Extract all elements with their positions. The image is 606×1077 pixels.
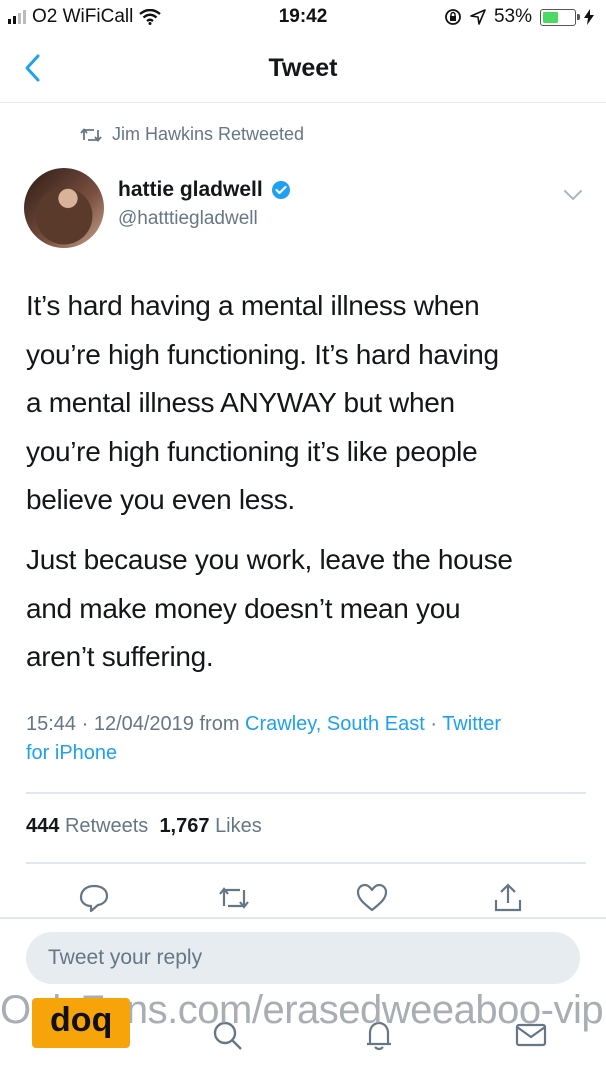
retweet-count-link[interactable]: 444 Retweets — [26, 815, 148, 837]
tweet-line: you’re high functioning it’s like people — [26, 435, 478, 467]
page-title: Tweet — [268, 54, 338, 82]
tweet-line: believe you even less. — [26, 484, 295, 515]
tweet-paragraph-2: Just because you work, leave the house a… — [26, 536, 586, 682]
retweeted-by-label: Jim Hawkins Retweeted — [112, 124, 305, 144]
avatar[interactable] — [24, 168, 104, 248]
divider — [0, 917, 606, 919]
tweet-line: a mental illness ANYWAY but when — [26, 387, 455, 418]
divider — [26, 862, 586, 864]
retweet-icon[interactable] — [216, 880, 252, 916]
reply-icon[interactable] — [76, 880, 112, 916]
user-name: hattie gladwell — [118, 178, 263, 201]
retweet-context[interactable]: Jim Hawkins Retweeted — [80, 124, 304, 145]
tweet-timestamp: 15:44 · 12/04/2019 from — [26, 713, 246, 735]
watermark-badge-label: bop — [49, 1004, 113, 1043]
like-count: 1,767 — [159, 815, 210, 837]
status-bar: O2 WiFiCall 19:42 53% — [0, 0, 606, 36]
like-count-link[interactable]: 1,767 Likes — [159, 815, 261, 837]
tweet-client-link-cont[interactable]: for iPhone — [26, 742, 117, 764]
battery-level — [543, 11, 558, 23]
tweet-line: you’re high functioning. It’s hard havin… — [26, 338, 499, 370]
tweet-line: and make money doesn’t mean you — [26, 592, 461, 624]
tweet-line: Just because you work, leave the house — [26, 544, 513, 575]
tweet-location-link[interactable]: Crawley, South East — [245, 713, 425, 735]
tweet-client-link[interactable]: Twitter — [442, 713, 501, 735]
retweet-count-label: Retweets — [64, 815, 149, 837]
location-icon — [470, 9, 486, 25]
tweet-paragraph-1: It’s hard having a mental illness when y… — [26, 282, 586, 525]
user-handle[interactable]: @hatttiegladwell — [118, 208, 258, 230]
screen-lock-icon — [445, 9, 461, 25]
verified-badge-icon — [271, 181, 290, 199]
engagement-counts: 444 Retweets 1,767 Likes — [26, 815, 262, 838]
like-count-label: Likes — [215, 815, 262, 837]
battery-icon — [540, 8, 580, 26]
status-right: 53% — [444, 6, 594, 28]
tweet-meta: 15:44 · 12/04/2019 from Crawley, South E… — [26, 710, 596, 768]
watermark-badge: bop — [32, 998, 130, 1048]
divider — [26, 792, 586, 794]
chevron-down-icon[interactable] — [560, 182, 586, 208]
retweet-small-icon — [80, 127, 102, 142]
tweet-line: aren’t suffering. — [26, 641, 214, 672]
charging-icon — [584, 9, 594, 25]
like-icon[interactable] — [354, 880, 390, 916]
tweet-line: It’s hard having a mental illness when — [26, 290, 480, 321]
retweet-count: 444 — [26, 815, 60, 837]
nav-bar: Tweet — [0, 36, 606, 103]
reply-input[interactable]: Tweet your reply — [26, 932, 580, 984]
meta-separator: · — [424, 713, 443, 735]
user-name-row[interactable]: hattie gladwell — [118, 178, 291, 202]
share-icon[interactable] — [490, 880, 526, 916]
reply-placeholder: Tweet your reply — [48, 946, 203, 969]
battery-percent: 53% — [493, 6, 532, 27]
